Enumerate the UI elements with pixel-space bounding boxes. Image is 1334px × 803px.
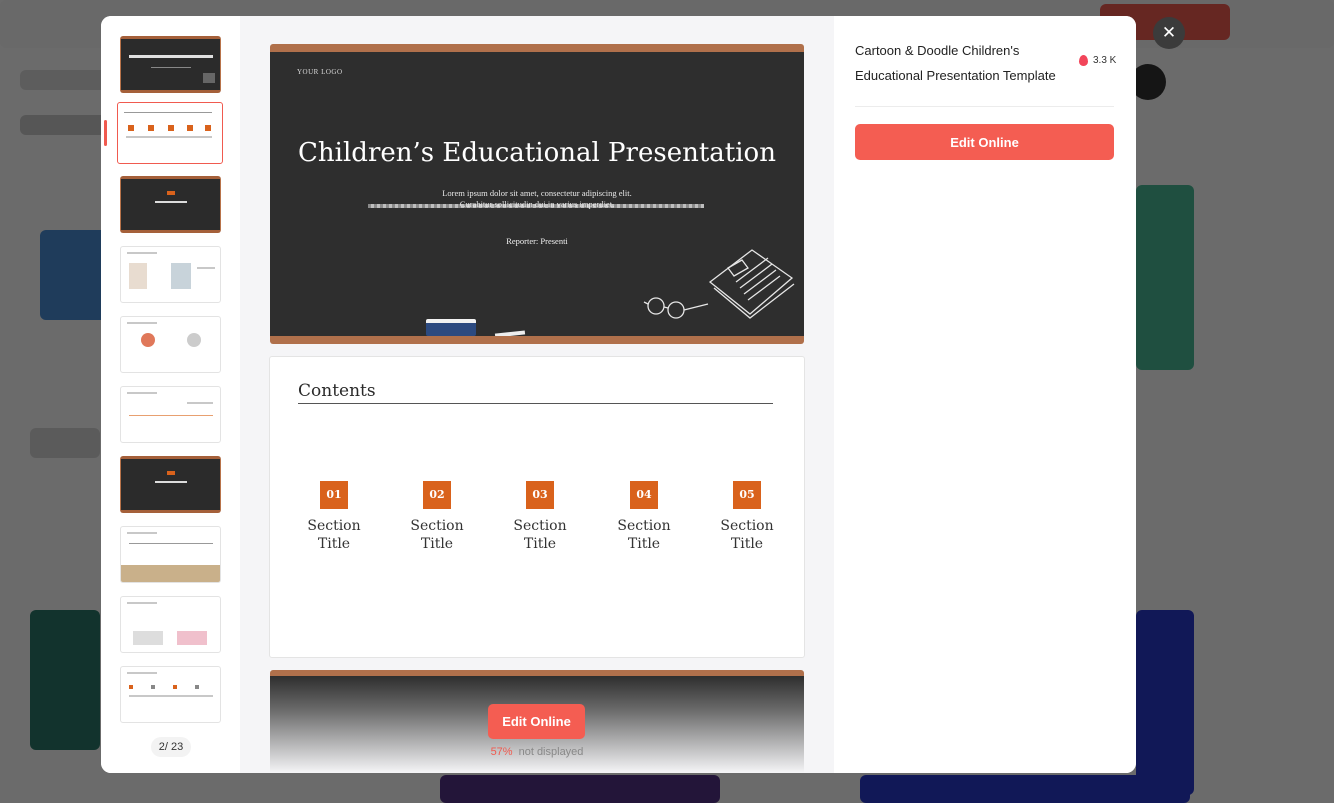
- divider: [855, 106, 1114, 107]
- close-icon: ✕: [1161, 23, 1177, 42]
- thumbnail-slide-7[interactable]: [120, 456, 221, 513]
- template-preview-modal: 2/ 23 YOUR LOGO Children’s Educational P…: [101, 16, 1136, 773]
- slide-subtitle-1: Lorem ipsum dolor sit amet, consectetur …: [442, 188, 632, 198]
- flame-icon: [1079, 55, 1088, 66]
- slide-preview-pane[interactable]: YOUR LOGO Children’s Educational Present…: [240, 16, 834, 773]
- section-item: 02 Section Title: [397, 481, 477, 553]
- section-item: 04 Section Title: [604, 481, 684, 553]
- template-title: Cartoon & Doodle Children's Educational …: [855, 43, 1056, 83]
- thumbnail-slide-9[interactable]: [120, 596, 221, 653]
- chalk-illustration: [494, 330, 526, 336]
- slide-thumbnails: 2/ 23: [101, 16, 240, 773]
- section-number: 01: [320, 481, 348, 509]
- thumbnail-slide-10[interactable]: [120, 666, 221, 723]
- section-label: Section Title: [617, 518, 671, 552]
- percent-value: 57%: [490, 746, 513, 758]
- thumbnail-slide-6[interactable]: [120, 386, 221, 443]
- edit-online-button[interactable]: Edit Online: [855, 124, 1114, 160]
- edit-online-button-preview[interactable]: Edit Online: [488, 704, 585, 739]
- slide-subtitle-2: Curabitur sollicitudin dui in varius imp…: [459, 199, 615, 209]
- page-total: / 23: [164, 741, 184, 753]
- slide-title: Children’s Educational Presentation: [298, 138, 776, 168]
- section-label: Section Title: [410, 518, 464, 552]
- thumbnail-slide-2[interactable]: [117, 102, 223, 164]
- book-glasses-illustration: [643, 249, 795, 319]
- slide-1-title: YOUR LOGO Children’s Educational Present…: [270, 44, 804, 344]
- eraser-illustration: [426, 319, 476, 336]
- section-number: 04: [630, 481, 658, 509]
- page-indicator: 2/ 23: [151, 737, 191, 757]
- slide-logo: YOUR LOGO: [297, 68, 343, 76]
- contents-title: Contents: [298, 381, 376, 401]
- thumbnail-slide-1[interactable]: [120, 36, 221, 93]
- section-number: 02: [423, 481, 451, 509]
- not-displayed-note: 57% not displayed: [240, 746, 834, 758]
- section-item: 03 Section Title: [500, 481, 580, 553]
- section-label: Section Title: [513, 518, 567, 552]
- section-item: 01 Section Title: [294, 481, 374, 553]
- percent-note: not displayed: [518, 746, 584, 758]
- section-number: 05: [733, 481, 761, 509]
- close-modal-button[interactable]: ✕: [1153, 17, 1185, 49]
- thumbnail-slide-3[interactable]: [120, 176, 221, 233]
- section-item: 05 Section Title: [707, 481, 787, 553]
- thumbnail-slide-8[interactable]: [120, 526, 221, 583]
- slide-2-contents: Contents 01 Section Title 02 Section Tit…: [269, 356, 805, 658]
- section-label: Section Title: [307, 518, 361, 552]
- views-count: 3.3 K: [1093, 55, 1117, 66]
- template-info-pane: Cartoon & Doodle Children's Educational …: [834, 16, 1136, 773]
- contents-rule: [298, 403, 773, 404]
- section-label: Section Title: [720, 518, 774, 552]
- thumbnail-slide-5[interactable]: [120, 316, 221, 373]
- section-number: 03: [526, 481, 554, 509]
- active-thumbnail-indicator: [104, 120, 107, 146]
- thumbnail-slide-4[interactable]: [120, 246, 221, 303]
- popularity-badge: 3.3 K: [1079, 55, 1116, 66]
